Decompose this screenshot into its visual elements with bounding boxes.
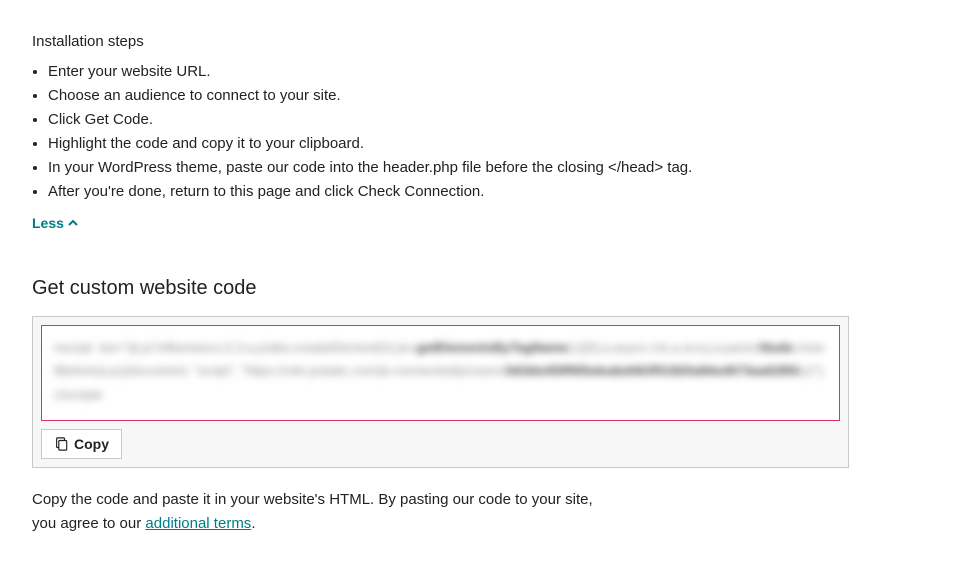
list-item: Highlight the code and copy it to your c… [48,132,937,156]
copy-label: Copy [74,436,109,452]
list-item: Choose an audience to connect to your si… [48,84,937,108]
copy-button[interactable]: Copy [41,429,122,459]
installation-steps-title: Installation steps [32,30,937,54]
less-toggle[interactable]: Less [32,212,78,234]
instructions-line1: Copy the code and paste it in your websi… [32,491,593,508]
code-panel: nscript ker="jk.js"infkentsecx.0.3.a.jci… [32,316,849,468]
installation-steps-list: Enter your website URL. Choose an audien… [32,60,937,204]
paste-instructions: Copy the code and paste it in your websi… [32,488,732,536]
get-code-heading: Get custom website code [32,272,937,304]
less-label: Less [32,212,64,234]
chevron-up-icon [68,218,78,228]
list-item: Click Get Code. [48,108,937,132]
code-snippet-box[interactable]: nscript ker="jk.js"infkentsecx.0.3.a.jci… [41,325,840,421]
list-item: Enter your website URL. [48,60,937,84]
list-item: After you're done, return to this page a… [48,180,937,204]
list-item: In your WordPress theme, paste our code … [48,156,937,180]
blurred-code: nscript ker="jk.js"infkentsecx.0.3.a.jci… [54,336,827,406]
copy-icon [54,437,68,451]
